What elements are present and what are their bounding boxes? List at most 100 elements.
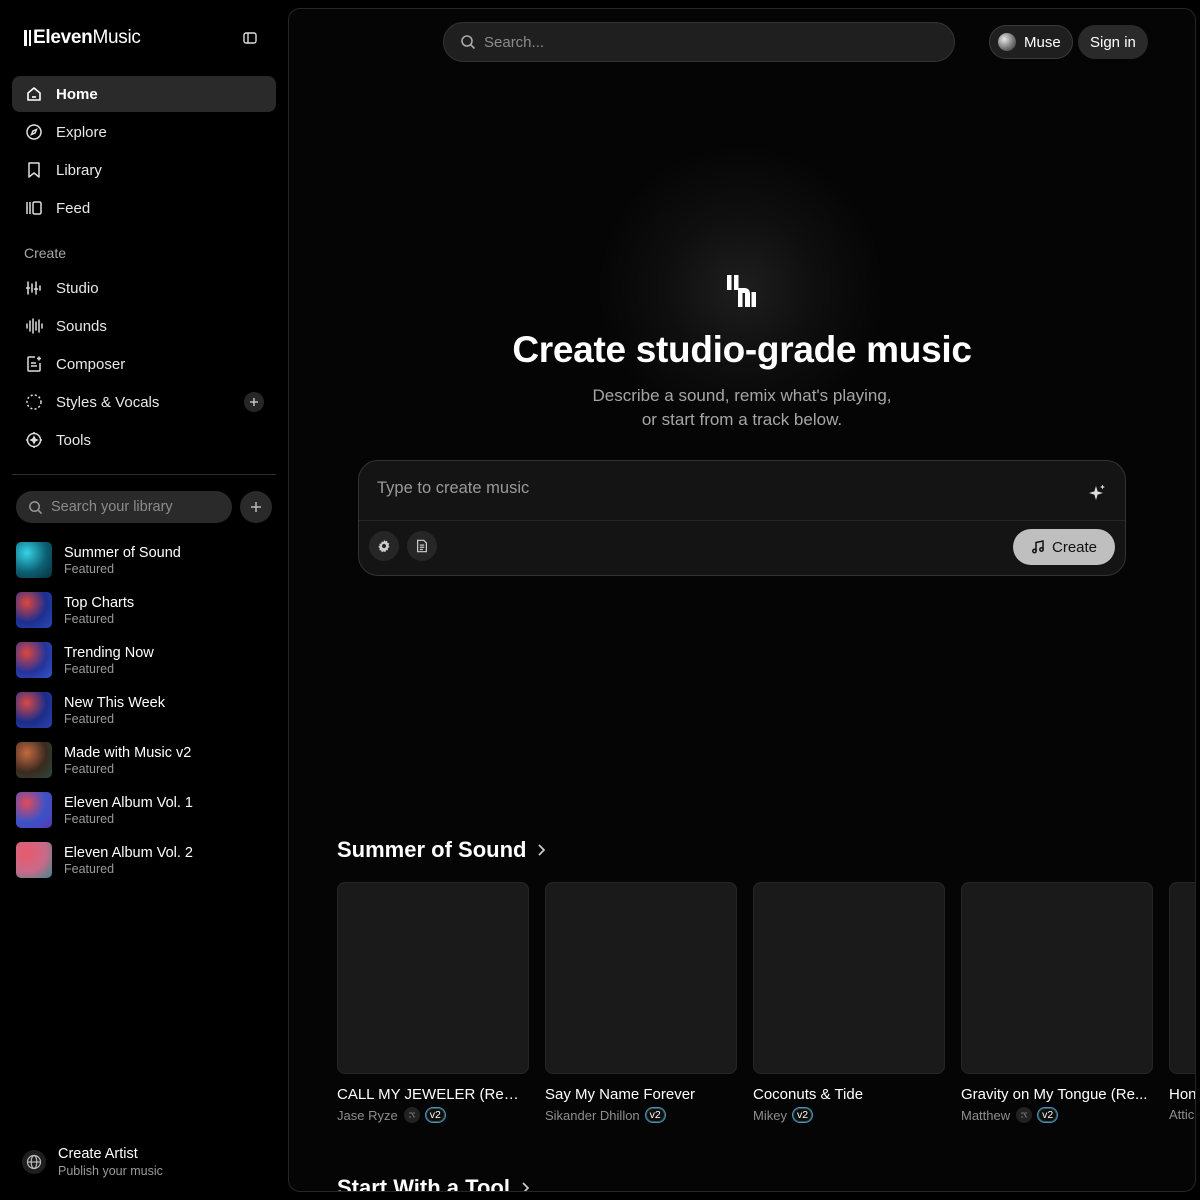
nav-item-label: Sounds xyxy=(56,317,107,335)
feed-icon xyxy=(24,198,44,218)
logo-text-light: Music xyxy=(92,27,141,48)
track-card[interactable]: Say My Name Forever Sikander Dhillon v2 xyxy=(545,882,737,1123)
version-badge: v2 xyxy=(644,1107,666,1123)
nav-item-studio[interactable]: Studio xyxy=(12,270,276,306)
library-item-subtitle: Featured xyxy=(64,661,115,676)
section-title-text: Summer of Sound xyxy=(337,837,527,862)
nav-item-label: Feed xyxy=(56,199,91,217)
library-search[interactable] xyxy=(16,491,232,523)
library-item-title: New This Week xyxy=(64,694,165,711)
library-item[interactable]: Eleven Album Vol. 1 Featured xyxy=(16,785,276,835)
library-search-input[interactable] xyxy=(51,499,211,515)
sparkle-icon[interactable] xyxy=(1087,483,1107,503)
hero-title: Create studio-grade music xyxy=(512,329,972,370)
create-artist-link[interactable]: Create Artist Publish your music xyxy=(22,1145,163,1179)
track-artist[interactable]: Sikander Dhillon xyxy=(545,1108,640,1123)
settings-button[interactable] xyxy=(369,531,399,561)
nav-item-composer[interactable]: Composer xyxy=(12,346,276,382)
nav-item-styles-vocals[interactable]: Styles & Vocals xyxy=(12,384,276,420)
library-item-title: Made with Music v2 xyxy=(64,744,192,761)
track-card[interactable]: Gravity on My Tongue (Re... Matthew v2 xyxy=(961,882,1153,1123)
add-style-button[interactable] xyxy=(244,392,264,412)
track-card[interactable]: CALL MY JEWELER (Remix) Jase Ryze v2 xyxy=(337,882,529,1123)
library-item-subtitle: Featured xyxy=(64,811,115,826)
section-title-tools[interactable]: Start With a Tool xyxy=(337,1175,530,1191)
library-item[interactable]: Eleven Album Vol. 2 Featured xyxy=(16,835,276,885)
track-title[interactable]: Coconuts & Tide xyxy=(753,1086,945,1103)
track-artist[interactable]: Mikey xyxy=(753,1108,787,1123)
global-search-input[interactable] xyxy=(484,33,904,51)
gear-icon xyxy=(378,539,390,553)
plus-icon xyxy=(251,502,261,512)
app-logo[interactable]: Eleven Music xyxy=(24,27,141,49)
nav-item-label: Studio xyxy=(56,279,99,297)
chevron-right-icon xyxy=(538,844,546,856)
library-item[interactable]: Summer of Sound Featured xyxy=(16,535,276,585)
nav-item-label: Styles & Vocals xyxy=(56,393,160,411)
chevron-right-icon xyxy=(522,1182,530,1191)
playlist-cover xyxy=(16,742,52,778)
main-panel: Muse Sign in Create studio-grade music D… xyxy=(288,8,1196,1192)
library-item[interactable]: Trending Now Featured xyxy=(16,635,276,685)
track-artwork[interactable] xyxy=(961,882,1153,1074)
library-item-subtitle: Featured xyxy=(64,611,115,626)
track-artist[interactable]: Matthew xyxy=(961,1108,1010,1123)
track-title[interactable]: Gravity on My Tongue (Re... xyxy=(961,1086,1153,1103)
track-artwork[interactable] xyxy=(753,882,945,1074)
nav-item-label: Tools xyxy=(56,431,92,449)
nav-item-label: Explore xyxy=(56,123,107,141)
library-item[interactable]: New This Week Featured xyxy=(16,685,276,735)
track-artwork[interactable] xyxy=(545,882,737,1074)
library-item-subtitle: Featured xyxy=(64,711,115,726)
nav-item-sounds[interactable]: Sounds xyxy=(12,308,276,344)
track-card[interactable]: Coconuts & Tide Mikey v2 xyxy=(753,882,945,1123)
library-item[interactable]: Made with Music v2 Featured xyxy=(16,735,276,785)
create-button-label: Create xyxy=(1052,538,1098,556)
remix-icon xyxy=(1016,1107,1033,1123)
track-meta: Attic xyxy=(1169,1107,1195,1122)
create-artist-subtitle: Publish your music xyxy=(58,1164,163,1178)
library-list: Summer of Sound Featured Top Charts Feature… xyxy=(16,535,276,885)
nav-item-tools[interactable]: Tools xyxy=(12,422,276,458)
sign-in-button[interactable]: Sign in xyxy=(1078,25,1148,59)
version-badge: v2 xyxy=(424,1107,446,1123)
create-button[interactable]: Create xyxy=(1013,529,1116,565)
track-artist[interactable]: Attic xyxy=(1169,1107,1194,1122)
library-item-subtitle: Featured xyxy=(64,861,115,876)
nav-item-explore[interactable]: Explore xyxy=(12,114,276,150)
library-add-button[interactable] xyxy=(240,491,272,523)
create-nav: Studio Sounds Composer Styles & Vocals T… xyxy=(12,270,276,460)
eleven-logo-icon xyxy=(727,275,756,307)
library-item-title: Eleven Album Vol. 1 xyxy=(64,794,193,811)
track-meta: Matthew v2 xyxy=(961,1107,1153,1123)
create-artist-title: Create Artist xyxy=(58,1146,138,1162)
music-note-icon xyxy=(1032,540,1044,554)
styles-icon xyxy=(24,392,44,412)
muse-button[interactable]: Muse xyxy=(989,25,1073,59)
library-item-title: Summer of Sound xyxy=(64,544,181,561)
track-title[interactable]: Say My Name Forever xyxy=(545,1086,737,1103)
nav-item-label: Home xyxy=(56,85,98,103)
sidebar: Eleven Music Home Explore Library Feed C… xyxy=(0,0,288,1200)
logo-bars-icon xyxy=(24,30,31,46)
remix-icon xyxy=(403,1107,420,1123)
track-artwork[interactable] xyxy=(337,882,529,1074)
track-title[interactable]: Hon xyxy=(1169,1086,1195,1103)
global-search[interactable] xyxy=(443,22,955,62)
version-badge: v2 xyxy=(791,1107,814,1123)
nav-item-home[interactable]: Home xyxy=(12,76,276,112)
track-card[interactable]: Hon Attic xyxy=(1169,882,1195,1122)
playlist-cover xyxy=(16,792,52,828)
library-item[interactable]: Top Charts Featured xyxy=(16,585,276,635)
track-title[interactable]: CALL MY JEWELER (Remix) xyxy=(337,1086,529,1103)
prompt-input[interactable] xyxy=(377,479,1067,498)
sidebar-divider xyxy=(12,474,276,475)
sidebar-toggle-icon[interactable] xyxy=(242,30,258,46)
playlist-cover xyxy=(16,592,52,628)
section-title-summer[interactable]: Summer of Sound xyxy=(337,837,546,863)
track-artist[interactable]: Jase Ryze xyxy=(337,1108,398,1123)
nav-item-feed[interactable]: Feed xyxy=(12,190,276,226)
nav-item-library[interactable]: Library xyxy=(12,152,276,188)
lyrics-button[interactable] xyxy=(407,531,437,561)
track-artwork[interactable] xyxy=(1169,882,1195,1074)
